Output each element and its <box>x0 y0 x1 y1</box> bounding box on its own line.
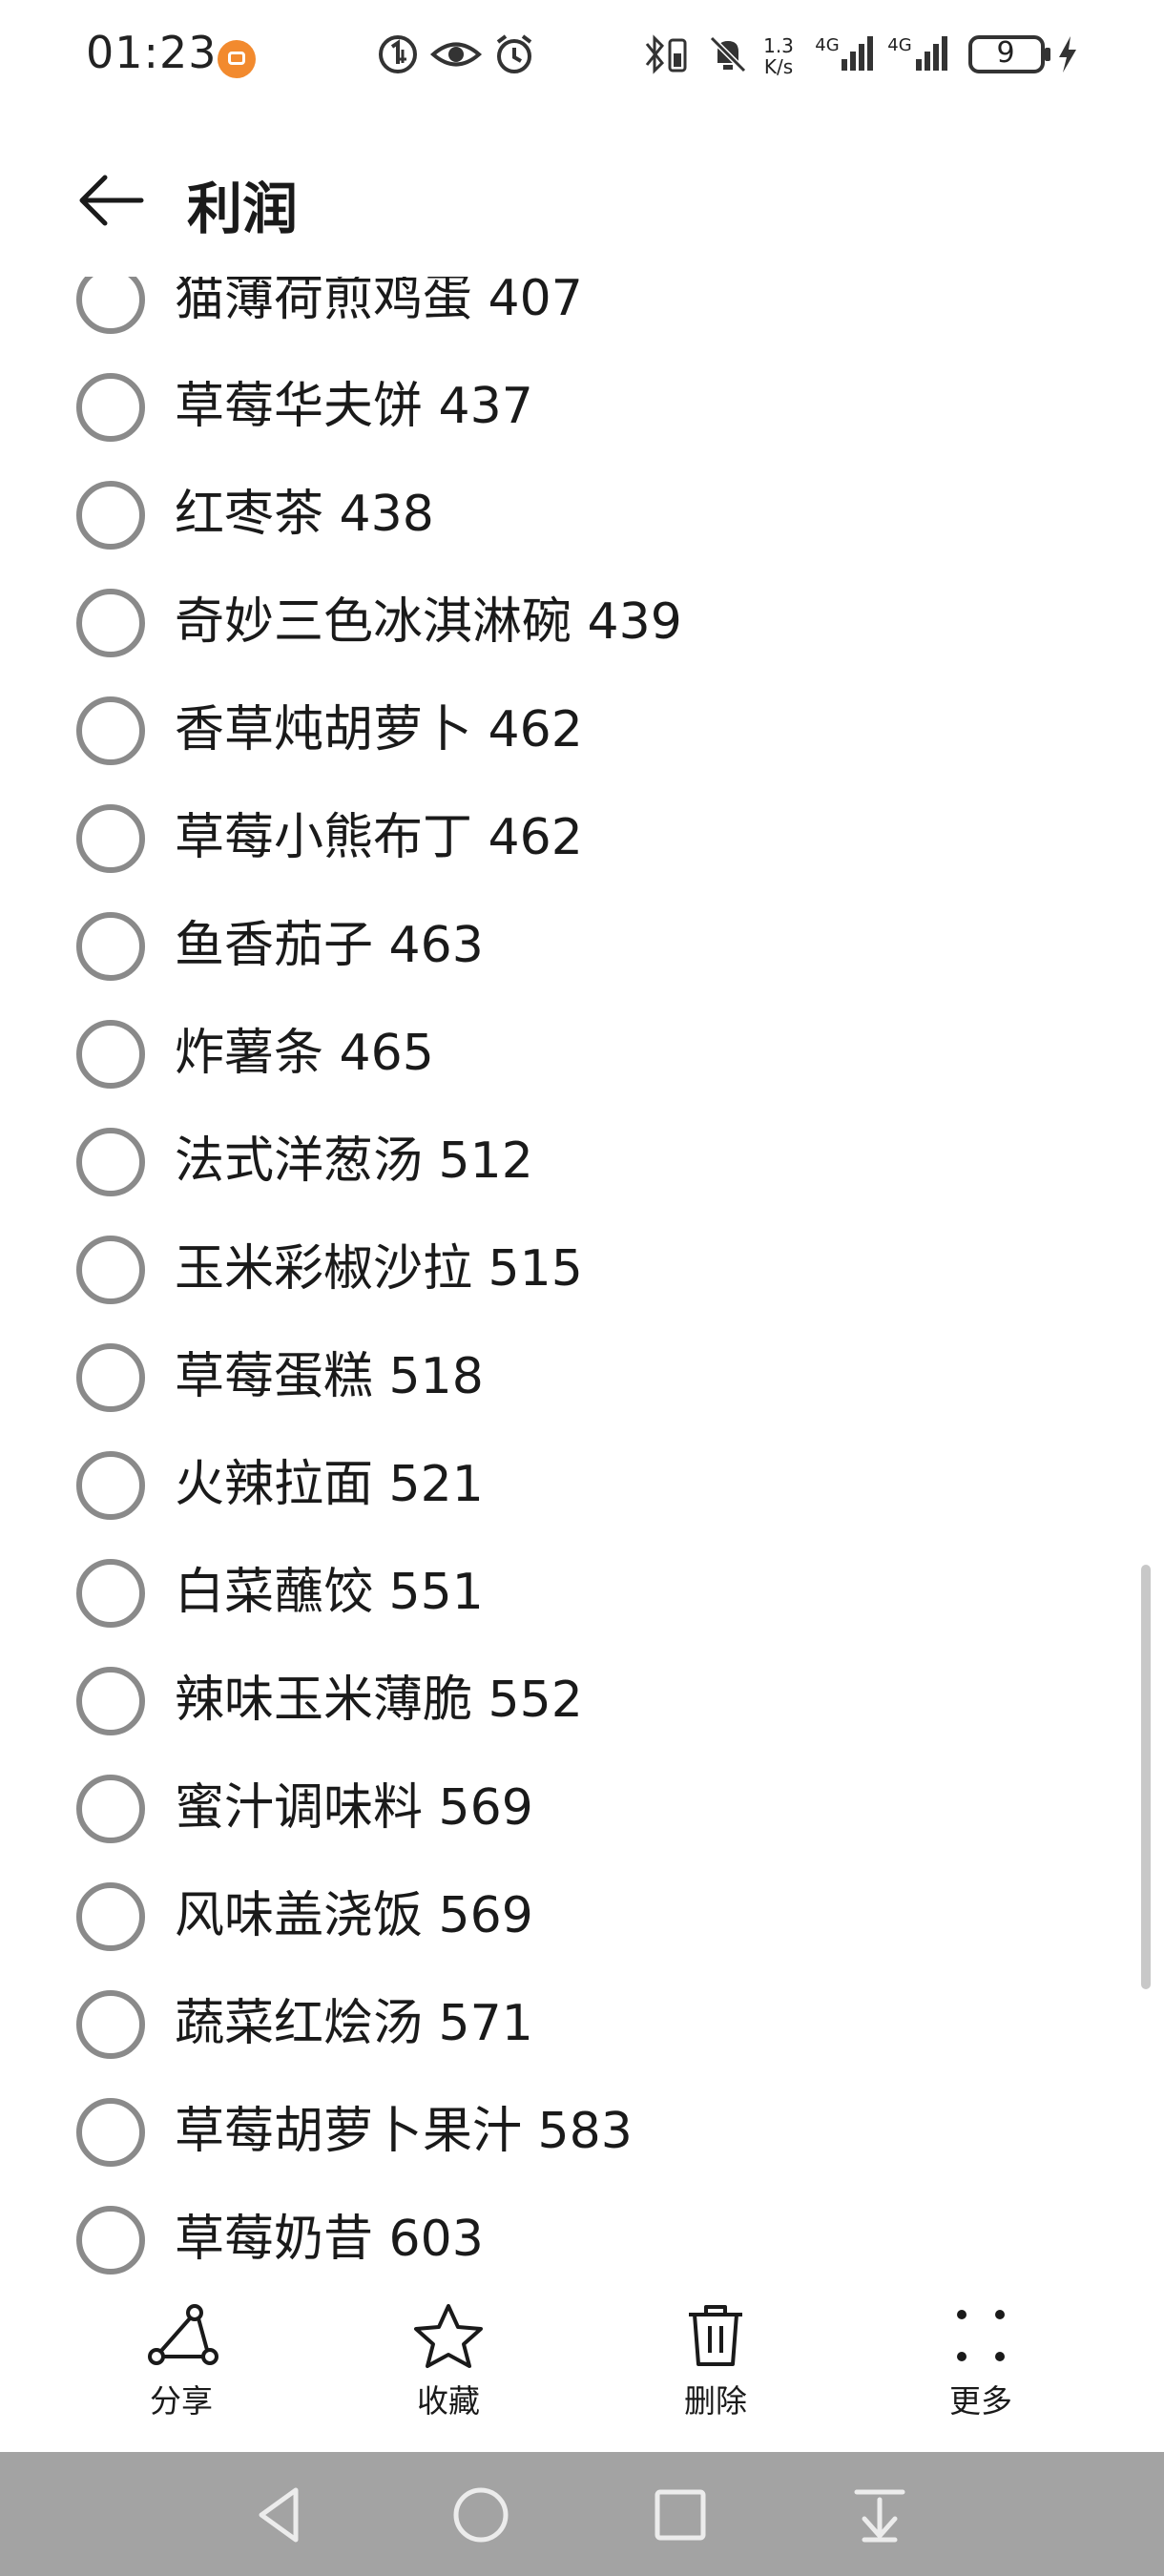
list-item[interactable]: 风味盖浇饭 569 <box>0 1863 1164 1971</box>
list-item[interactable]: 奇妙三色冰淇淋碗 439 <box>0 570 1164 677</box>
list-item[interactable]: 草莓华夫饼 437 <box>0 354 1164 462</box>
list-item[interactable]: 红枣茶 438 <box>0 462 1164 570</box>
list-item[interactable]: 炸薯条 465 <box>0 1001 1164 1109</box>
radio-button[interactable] <box>76 1236 145 1304</box>
list-item-label: 风味盖浇饭 569 <box>175 1887 533 1944</box>
list-item[interactable]: 草莓奶昔 603 <box>0 2187 1164 2278</box>
item-list-viewport[interactable]: 猫薄荷煎鸡蛋 407 草莓华夫饼 437 红枣茶 438 奇妙三色冰淇淋碗 439 香草… <box>0 277 1164 2278</box>
list-item-label: 草莓华夫饼 437 <box>175 378 533 435</box>
list-item[interactable]: 法式洋葱汤 512 <box>0 1109 1164 1216</box>
square-recents-icon <box>655 2489 706 2541</box>
radio-button[interactable] <box>76 1990 145 2059</box>
list-item-label: 玉米彩椒沙拉 515 <box>175 1240 583 1298</box>
radio-button[interactable] <box>76 804 145 873</box>
radio-button[interactable] <box>76 1559 145 1628</box>
arrow-left-icon <box>79 175 144 226</box>
radio-button[interactable] <box>76 2206 145 2275</box>
list-item[interactable]: 鱼香茄子 463 <box>0 893 1164 1001</box>
trash-icon <box>689 2305 742 2366</box>
radio-button[interactable] <box>76 1775 145 1843</box>
list-item-label: 辣味玉米薄脆 552 <box>175 1672 583 1729</box>
list-item-label: 蔬菜红烩汤 571 <box>175 1995 533 2052</box>
favorite-label: 收藏 <box>417 2382 480 2420</box>
more-label: 更多 <box>949 2382 1012 2420</box>
signal1-icon <box>842 36 873 71</box>
radio-button[interactable] <box>76 1667 145 1735</box>
radio-button[interactable] <box>76 277 145 334</box>
radio-button[interactable] <box>76 696 145 765</box>
list-item[interactable]: 白菜蘸饺 551 <box>0 1540 1164 1648</box>
more-button[interactable]: 更多 <box>904 2301 1057 2425</box>
back-button[interactable] <box>76 172 145 229</box>
list-item[interactable]: 火辣拉面 521 <box>0 1432 1164 1540</box>
list-item-label: 草莓蛋糕 518 <box>175 1348 484 1405</box>
signal2-icon <box>916 36 947 71</box>
nav-notifications-button[interactable] <box>842 2477 918 2553</box>
list-item-label: 草莓小熊布丁 462 <box>175 809 583 866</box>
delete-label: 删除 <box>684 2382 747 2420</box>
charging-icon <box>1059 36 1076 73</box>
status-time: 01:23 <box>86 27 218 78</box>
list-item[interactable]: 蜜汁调味料 569 <box>0 1755 1164 1863</box>
mute-bell-icon <box>709 35 747 73</box>
header <box>0 143 1164 267</box>
triangle-back-icon <box>259 2487 299 2543</box>
more-dots-icon <box>957 2310 1005 2361</box>
list-item[interactable]: 猫薄荷煎鸡蛋 407 <box>0 277 1164 354</box>
list-item[interactable]: 草莓小熊布丁 462 <box>0 785 1164 893</box>
list-item-label: 猫薄荷煎鸡蛋 407 <box>175 277 583 327</box>
list-item-label: 白菜蘸饺 551 <box>175 1564 484 1621</box>
list-item[interactable]: 草莓蛋糕 518 <box>0 1324 1164 1432</box>
radio-button[interactable] <box>76 589 145 657</box>
scrollbar[interactable] <box>1141 1565 1151 1989</box>
radio-button[interactable] <box>76 1451 145 1520</box>
radio-button[interactable] <box>76 912 145 981</box>
list-item-label: 红枣茶 438 <box>175 486 434 543</box>
nav-back-button[interactable] <box>244 2477 321 2553</box>
list-item[interactable]: 草莓胡萝卜果汁 583 <box>0 2079 1164 2187</box>
bluetooth-icon <box>645 34 687 74</box>
radio-button[interactable] <box>76 373 145 442</box>
list-item-label: 火辣拉面 521 <box>175 1456 484 1513</box>
list-item-label: 法式洋葱汤 512 <box>175 1132 533 1190</box>
network-speed-unit: K/s <box>763 55 794 78</box>
battery-level: 9 <box>996 36 1015 70</box>
delete-button[interactable]: 删除 <box>639 2301 792 2425</box>
network-speed-value: 1.3 <box>763 34 794 57</box>
list-item-label: 草莓胡萝卜果汁 583 <box>175 2103 633 2160</box>
radio-button[interactable] <box>76 481 145 550</box>
share-button[interactable]: 分享 <box>105 2301 258 2425</box>
favorite-button[interactable]: 收藏 <box>372 2301 525 2425</box>
circle-home-icon <box>453 2487 509 2543</box>
nav-recents-button[interactable] <box>642 2477 718 2553</box>
list-item-label: 草莓奶昔 603 <box>175 2211 484 2268</box>
nav-home-button[interactable] <box>443 2477 519 2553</box>
radio-button[interactable] <box>76 1020 145 1089</box>
list-item[interactable]: 香草炖胡萝卜 462 <box>0 677 1164 785</box>
eye-comfort-icon <box>429 42 483 67</box>
share-label: 分享 <box>150 2382 213 2420</box>
list-item[interactable]: 辣味玉米薄脆 552 <box>0 1648 1164 1755</box>
list-item[interactable]: 蔬菜红烩汤 571 <box>0 1971 1164 2079</box>
radio-button[interactable] <box>76 2098 145 2167</box>
app-notification-icon <box>218 40 256 78</box>
list-item[interactable]: 玉米彩椒沙拉 515 <box>0 1216 1164 1324</box>
list-item-label: 奇妙三色冰淇淋碗 439 <box>175 593 682 651</box>
share-icon <box>148 2304 218 2365</box>
list-item-label: 炸薯条 465 <box>175 1025 434 1082</box>
data-saver-icon <box>379 35 417 73</box>
radio-button[interactable] <box>76 1882 145 1951</box>
page-title: 利润 <box>187 177 299 241</box>
list-item-label: 蜜汁调味料 569 <box>175 1779 533 1837</box>
system-navigation-bar <box>0 2452 1164 2576</box>
radio-button[interactable] <box>76 1343 145 1412</box>
list-item-label: 香草炖胡萝卜 462 <box>175 701 583 758</box>
pull-down-icon <box>854 2489 905 2543</box>
status-bar: 01:23 1.3 K/s 4G 4G 9 <box>0 0 1164 114</box>
star-icon <box>414 2304 483 2368</box>
list-item-label: 鱼香茄子 463 <box>175 917 484 974</box>
radio-button[interactable] <box>76 1128 145 1196</box>
alarm-icon <box>496 34 532 73</box>
